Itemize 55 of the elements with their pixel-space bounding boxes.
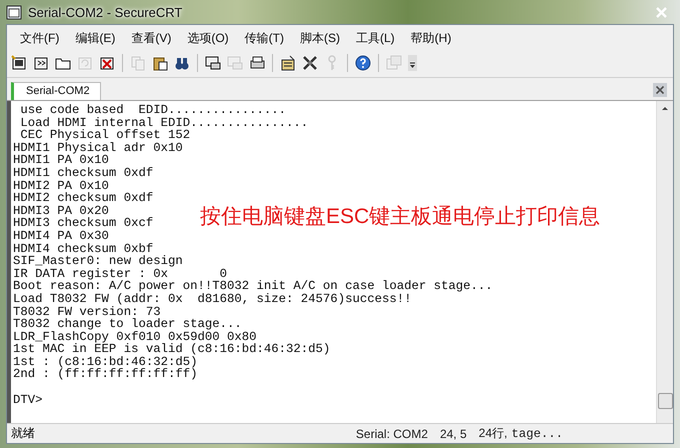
terminal-prompt: DTV>	[13, 394, 43, 406]
quick-connect-icon[interactable]	[33, 55, 49, 71]
status-text: tage...	[511, 426, 563, 440]
menu-item[interactable]: 传输(T)	[238, 30, 293, 46]
terminal-line: Load HDMI internal EDID................	[19, 116, 308, 130]
menu-item[interactable]: 工具(L)	[348, 30, 404, 46]
connect-icon[interactable]	[11, 55, 27, 71]
print-screen-icon[interactable]	[205, 55, 221, 71]
terminal-line: HDMI1 checksum 0xdf	[13, 166, 154, 180]
properties-icon[interactable]	[280, 55, 296, 71]
tools-icon[interactable]	[302, 55, 318, 71]
printer-icon[interactable]	[249, 55, 265, 71]
terminal-line: 2nd : (ff:ff:ff:ff:ff:ff)	[13, 368, 198, 382]
terminal-line: CEC Physical offset 152	[19, 129, 190, 142]
binoculars-icon[interactable]	[174, 55, 190, 71]
status-text: 24行,	[478, 425, 508, 442]
menu-item[interactable]: 选项(O)	[180, 30, 238, 46]
toolbar-overflow-icon[interactable]	[408, 55, 417, 71]
terminal-line: HDMI1 PA 0x10	[13, 154, 109, 167]
terminal-line: IR DATA register : 0x 0	[13, 268, 228, 280]
window-title: Serial-COM2 - SecureCRT	[28, 4, 182, 20]
terminal-line: SIF_Master0: new design	[13, 255, 183, 268]
scroll-thumb[interactable]	[658, 393, 672, 409]
terminal-line: HDMI3 checksum 0xcf	[13, 217, 154, 230]
status-text: 24, 5	[440, 426, 467, 440]
status-text: Serial: COM2	[356, 426, 428, 440]
terminal-line: T8032 FW version: 73	[13, 306, 161, 318]
terminal-line: HDMI3 PA 0x20	[13, 204, 109, 218]
annotation-text: 按住电脑键盘ESC键主板通电停止打印信息	[200, 204, 600, 230]
terminal-line: HDMI2 checksum 0xdf	[13, 192, 154, 205]
terminal-line: T8032 change to loader stage...	[13, 318, 242, 331]
session-tab[interactable]: Serial-COM2	[11, 82, 101, 100]
help-icon[interactable]	[355, 55, 371, 71]
status-text: 就绪	[11, 425, 35, 442]
close-icon[interactable]	[653, 83, 667, 97]
menu-item[interactable]: 帮助(H)	[404, 30, 460, 46]
terminal-line: LDR_FlashCopy 0xf010 0x59d00 0x80	[13, 330, 257, 344]
terminal-line: 1st : (c8:16:bd:46:32:d5)	[13, 356, 198, 368]
scroll-up-icon[interactable]	[661, 105, 669, 111]
terminal-line: HDMI2 PA 0x10	[13, 180, 109, 192]
disconnect-icon[interactable]	[99, 55, 115, 71]
terminal-line: Load T8032 FW (addr: 0x d81680, size: 24576)success!!	[13, 292, 412, 306]
menu-item[interactable]: 脚本(S)	[292, 30, 349, 46]
terminal-line: HDMI1 Physical adr 0x10	[13, 142, 183, 154]
terminal-line: 1st MAC in EEP is valid (c8:16:bd:46:32:d5)	[13, 343, 330, 356]
menu-item[interactable]: 查看(V)	[124, 30, 180, 46]
clipboard-icon[interactable]	[152, 55, 168, 71]
menu-item[interactable]: 编辑(E)	[68, 30, 124, 46]
menu-item[interactable]: 文件(F)	[13, 30, 68, 46]
scrollbar[interactable]	[656, 101, 673, 423]
terminal-line: use code based EDID................	[19, 104, 286, 117]
terminal-line: HDMI4 checksum 0xbf	[13, 242, 154, 256]
terminal-line: Boot reason: A/C power on!!T8032 init A/C on case loader stage...	[13, 280, 493, 293]
app-icon	[6, 4, 22, 20]
terminal-line: HDMI4 PA 0x30	[13, 230, 109, 243]
